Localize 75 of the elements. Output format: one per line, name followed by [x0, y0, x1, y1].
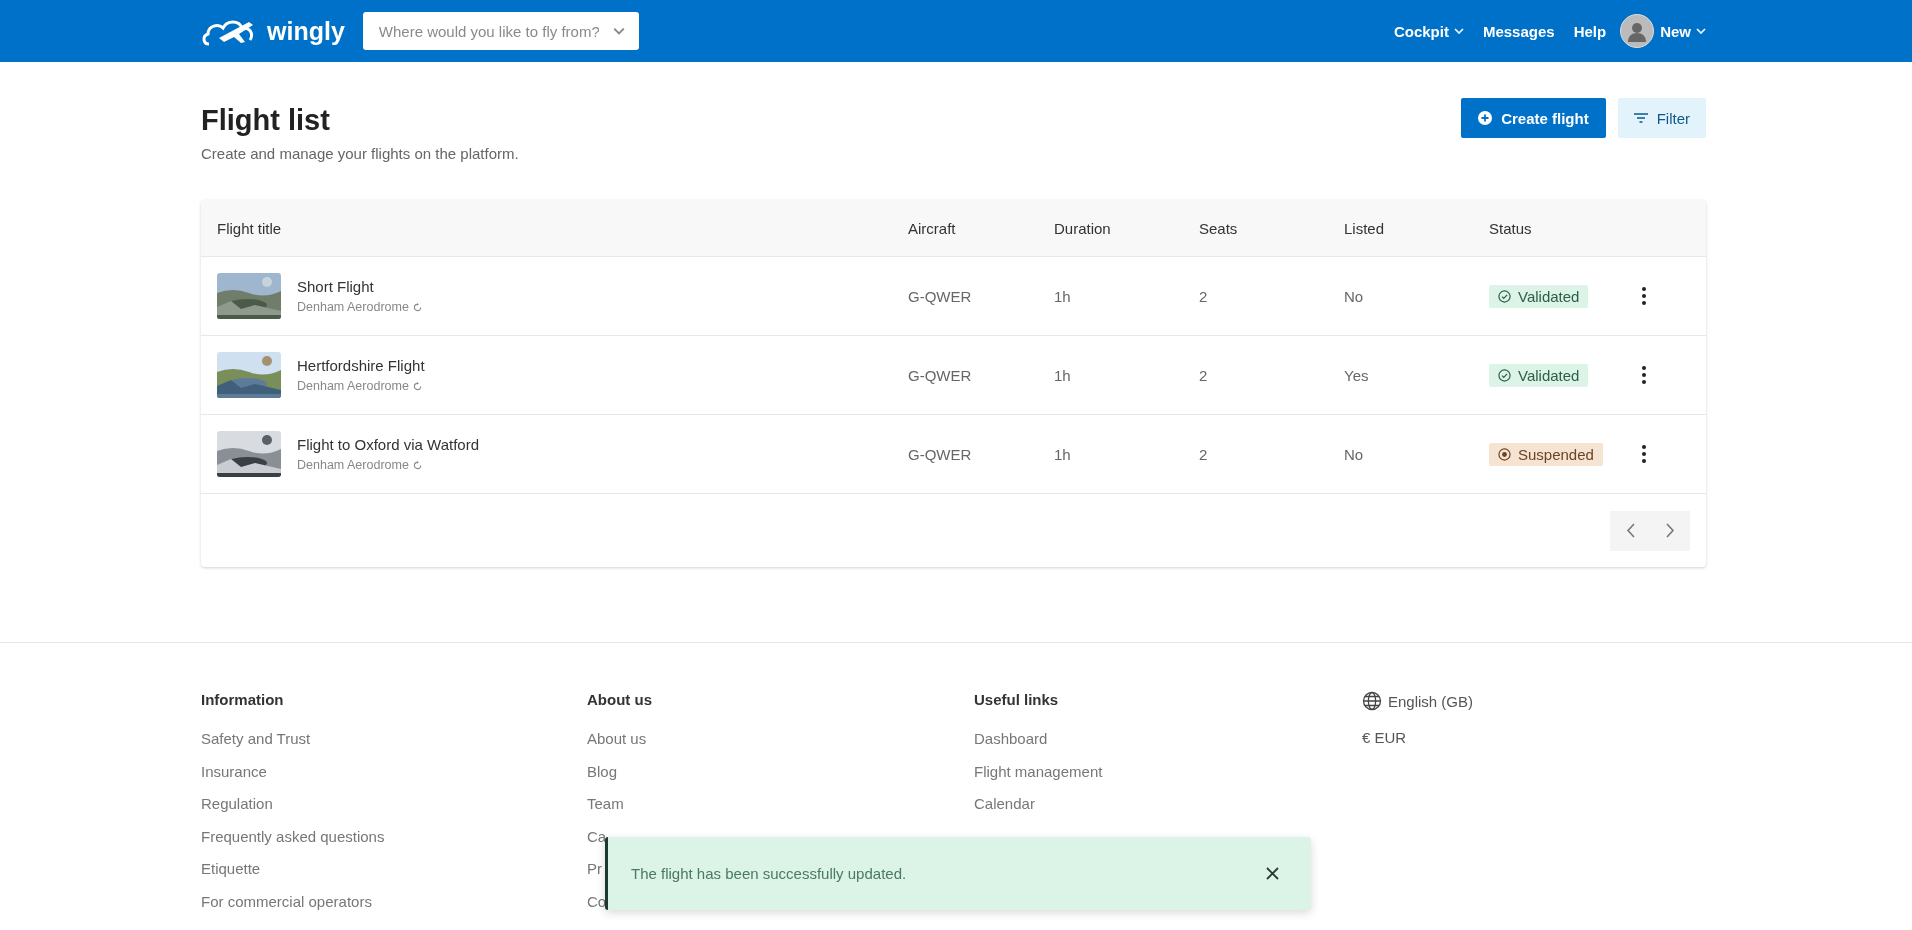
airfield-name: Denham Aerodrome	[297, 458, 409, 472]
status-badge: Validated	[1489, 363, 1589, 387]
footer-heading: Information	[201, 691, 285, 708]
flight-title[interactable]: Flight to Oxford via Watford	[297, 436, 479, 453]
footer-heading: Useful links	[974, 691, 1060, 708]
logo-text[interactable]: wingly	[267, 16, 345, 46]
table-cell-text: Yes	[1344, 366, 1370, 384]
language-selector[interactable]: English (GB)	[1388, 692, 1474, 710]
page-subtitle: Create and manage your flights on the platform.	[201, 145, 519, 162]
table-cell-text: 2	[1199, 366, 1209, 384]
column-header: Flight title	[216, 219, 283, 237]
footer-link[interactable]: Calendar	[974, 795, 1035, 812]
table-cell-text: G-QWER	[908, 366, 973, 384]
avatar-icon[interactable]	[1620, 14, 1655, 48]
chevron-down-icon	[612, 27, 625, 35]
chevron-down-icon	[1696, 28, 1706, 34]
footer-link[interactable]: Safety and Trust	[201, 730, 311, 747]
chevron-down-icon	[1453, 28, 1464, 34]
more-menu-icon[interactable]	[1642, 287, 1646, 305]
user-menu[interactable]: New	[1660, 22, 1706, 40]
nav-link[interactable]: Cockpit	[1393, 22, 1464, 40]
status-badge: Suspended	[1489, 442, 1603, 466]
footer-link[interactable]: Ca	[587, 827, 607, 845]
more-menu-icon[interactable]	[1642, 366, 1646, 384]
table-cell-text: No	[1344, 445, 1365, 463]
status-badge: Validated	[1489, 284, 1589, 308]
footer-link[interactable]: Insurance	[201, 762, 267, 780]
table-cell-text: 2	[1199, 287, 1209, 305]
footer-link[interactable]: Etiquette	[201, 860, 261, 877]
footer-heading: About us	[587, 691, 653, 708]
check-circle-icon	[1498, 289, 1511, 303]
footer-link[interactable]: Co	[587, 892, 607, 910]
table-cell-text: G-QWER	[908, 445, 973, 463]
table-cell-text: 1h	[1054, 366, 1072, 384]
check-circle-icon	[1498, 368, 1511, 382]
more-menu-icon[interactable]	[1642, 445, 1646, 463]
currency-selector[interactable]: € EUR	[1362, 729, 1407, 746]
create-flight-button[interactable]: Create flight	[1461, 98, 1606, 138]
table-cell-text: G-QWER	[908, 287, 973, 305]
airfield-name: Denham Aerodrome	[297, 300, 409, 314]
plus-circle-icon	[1478, 111, 1493, 125]
table-cell-text: No	[1344, 287, 1365, 305]
footer-link[interactable]: Frequently asked questions	[201, 827, 385, 845]
column-header: Aircraft	[908, 219, 957, 237]
column-header: Duration	[1054, 219, 1112, 237]
flight-title[interactable]: Hertfordshire Flight	[297, 357, 425, 374]
flight-title[interactable]: Short Flight	[297, 278, 422, 295]
table-cell-text: 2	[1199, 445, 1209, 463]
globe-icon	[1362, 691, 1382, 711]
column-header: Status	[1489, 219, 1533, 237]
footer-link[interactable]: About us	[587, 730, 647, 747]
search-field[interactable]: Where would you like to fly from?	[362, 12, 639, 50]
table-cell-text: 1h	[1054, 287, 1072, 305]
airfield-name: Denham Aerodrome	[297, 379, 409, 393]
footer-link[interactable]: Regulation	[201, 795, 273, 812]
column-header: Seats	[1199, 219, 1239, 237]
footer-link[interactable]: Team	[587, 795, 624, 812]
column-header: Listed	[1344, 219, 1386, 237]
footer-link[interactable]: Blog	[587, 762, 618, 780]
refresh-icon	[412, 460, 422, 470]
close-icon[interactable]	[1266, 867, 1279, 880]
refresh-icon	[412, 381, 422, 391]
nav-link[interactable]: Help	[1573, 22, 1607, 40]
refresh-icon	[412, 302, 422, 312]
footer-link[interactable]: Flight management	[974, 762, 1103, 780]
toast-message: The flight has been successfully updated.	[631, 865, 907, 882]
radio-dot-icon	[1498, 447, 1511, 461]
footer-link[interactable]: For commercial operators	[201, 892, 372, 910]
filter-button[interactable]: Filter	[1617, 98, 1706, 138]
footer-link[interactable]: Pr	[587, 860, 602, 877]
filter-icon	[1633, 113, 1648, 123]
footer-link[interactable]: Dashboard	[974, 730, 1048, 747]
nav-link[interactable]: Messages	[1482, 22, 1555, 40]
page-title: Flight list	[201, 104, 331, 137]
table-cell-text: 1h	[1054, 445, 1072, 463]
